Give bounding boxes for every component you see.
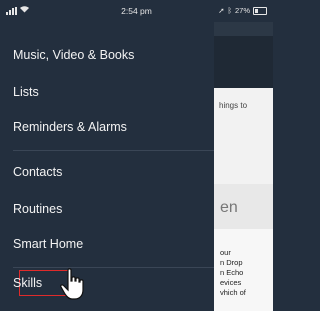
battery-percent: 27%: [234, 6, 250, 15]
menu-item-reminders-alarms[interactable]: Reminders & Alarms: [13, 120, 127, 134]
background-page: hings to en our n Drop n Echo evices vhi…: [214, 22, 273, 311]
navigation-drawer: Music, Video & Books Lists Reminders & A…: [0, 22, 214, 311]
menu-item-skills[interactable]: Skills: [13, 276, 42, 290]
menu-item-smart-home[interactable]: Smart Home: [13, 237, 83, 251]
bluetooth-icon: ᛒ: [227, 6, 232, 15]
menu-divider: [13, 150, 214, 151]
background-text: en: [220, 199, 238, 216]
battery-icon: [253, 6, 267, 15]
location-icon: ➚: [218, 6, 225, 15]
hand-cursor-icon: [60, 268, 84, 300]
menu-item-routines[interactable]: Routines: [13, 202, 62, 216]
menu-divider: [13, 267, 214, 268]
menu-item-lists[interactable]: Lists: [13, 85, 39, 99]
background-text: hings to: [219, 101, 248, 110]
status-bar: 2:54 pm ➚ ᛒ 27%: [0, 0, 273, 22]
menu-item-music-video-books[interactable]: Music, Video & Books: [13, 48, 134, 62]
background-text-block: our n Drop n Echo evices vhich of: [220, 248, 246, 297]
menu-item-contacts[interactable]: Contacts: [13, 165, 62, 179]
